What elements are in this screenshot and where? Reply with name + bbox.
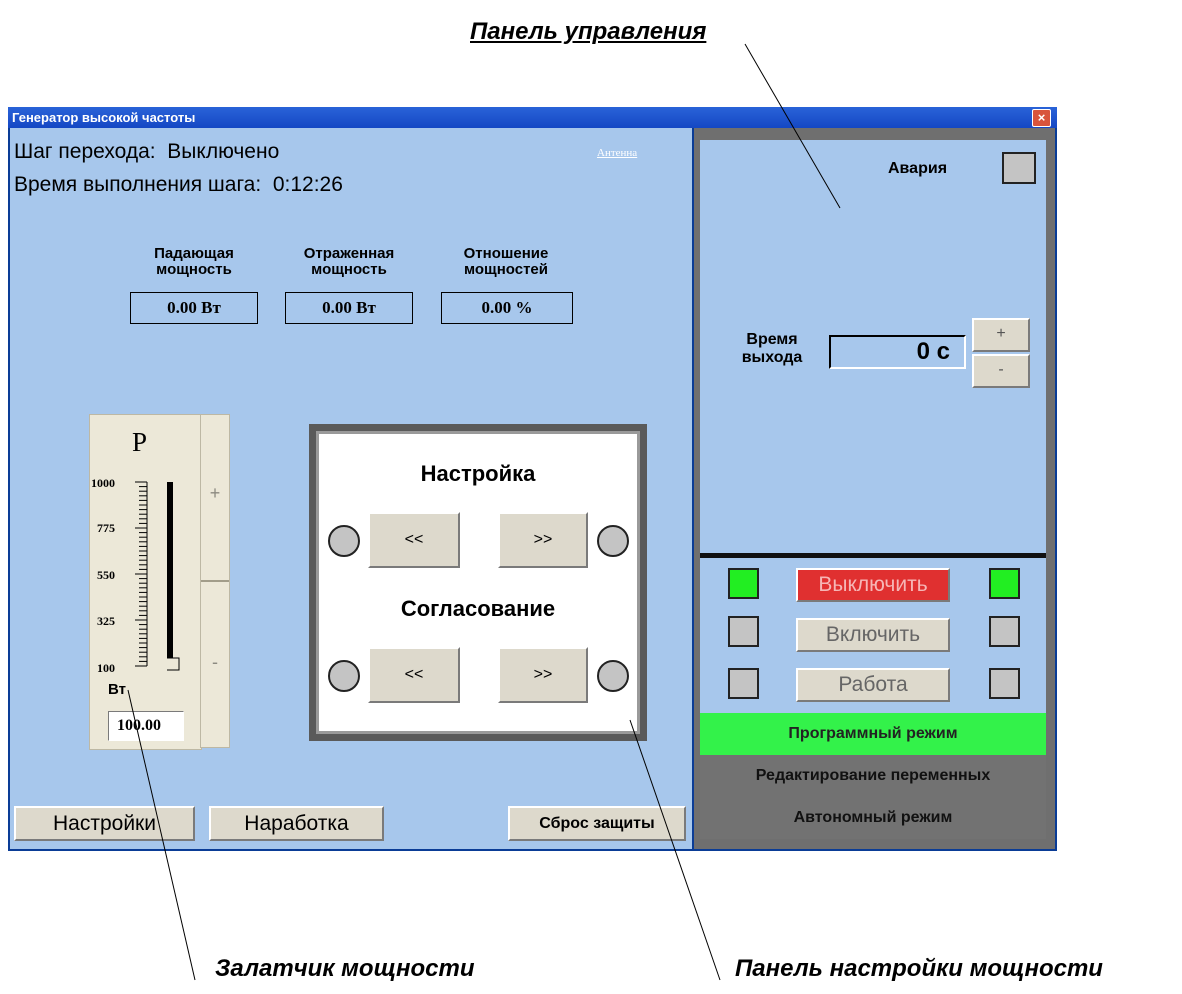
callout-line-tuning-panel	[629, 719, 721, 981]
callout-line-power-setter	[127, 689, 196, 981]
callout-line-control-panel	[744, 43, 841, 209]
callout-lines	[127, 43, 841, 981]
